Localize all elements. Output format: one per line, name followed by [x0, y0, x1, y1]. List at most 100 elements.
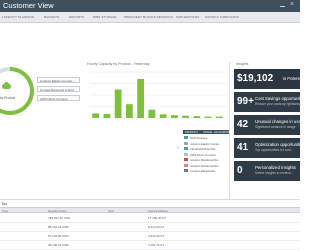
legend-label: Amazon Relational Da... [190, 163, 221, 168]
bar[interactable] [216, 116, 223, 118]
donut-legend-label: Unused Reserved In EC2... [40, 88, 77, 92]
legend-label: AWS Direct Connect [190, 152, 216, 157]
table-cell: 40,100.31 USD [48, 243, 69, 247]
title-bar: Customer View × [0, 0, 300, 12]
donut-chart [0, 67, 34, 115]
table-row[interactable]: 798,817.52 USD 17,780.30 KT [0, 214, 300, 223]
donut-legend-item[interactable]: Unused Reserved In EC2... [37, 86, 80, 92]
close-icon[interactable]: × [290, 1, 295, 8]
insight-label: Cost Savings opportunities [255, 96, 307, 101]
insight-card-optimization[interactable]: 41 Optimization opportunities Top opport… [234, 138, 305, 158]
legend-label: Amazon Elasticache [190, 169, 216, 173]
mini-legend-row[interactable]: Amazon Elasticache [183, 168, 229, 173]
nav-item-capacity-planning[interactable]: LAKEVITY PLANNING [2, 15, 34, 19]
insight-sublabel: Reduce your costs by rightsizing [255, 102, 301, 106]
mini-legend-row[interactable]: AWS Direct Connect [183, 152, 229, 157]
bar[interactable] [126, 104, 133, 118]
insights-title: Insights [236, 62, 249, 66]
table-cell: 8,214.63 KT [148, 225, 165, 229]
donut-legend-label: AWS Direct Connect [40, 97, 68, 101]
insight-label: Personalized Insights [255, 165, 296, 170]
table-header-cell[interactable]: Quantity Costs [48, 209, 66, 213]
legend-swatch [184, 152, 188, 156]
legend-label: Virtual Machines Dis... [190, 147, 218, 151]
insight-card-unusual-changes[interactable]: 42 Unusual changes in usage Significant … [234, 115, 306, 135]
table-cell: 57,120.80 USD [48, 234, 69, 238]
table-row[interactable]: 57,120.80 USD 4,912.20 KT [0, 232, 300, 241]
table-header: Type Quantity Costs Cost Current Lifetim… [0, 207, 300, 213]
mini-legend-row[interactable]: SAR Services [183, 135, 229, 140]
nav-item-reports[interactable]: REPORTS [69, 15, 84, 19]
window-title: Customer View [3, 1, 54, 10]
nav-bar: LAKEVITY PLANNING BUDGETS REPORTS RIBS S… [0, 12, 300, 23]
divider [0, 199, 300, 200]
insight-value: $19,102 [237, 73, 274, 84]
bar[interactable] [148, 109, 156, 118]
table-row[interactable]: 40,100.31 USD 4,110.72 KT [0, 241, 300, 250]
legend-swatch [184, 158, 188, 161]
table-row[interactable]: 88,134.19 USD 8,214.63 KT [0, 223, 300, 232]
insight-value: 41 [237, 142, 249, 153]
donut-legend-item[interactable]: Amazon Elastic Comput... [37, 77, 80, 83]
legend-label: SAR Services [190, 136, 208, 140]
bar[interactable] [92, 113, 99, 118]
table-header-cell[interactable]: Type [2, 209, 8, 213]
insight-sublabel: Top opportunities for cost... [255, 148, 294, 152]
mini-legend-header: PRODUCT USAGE ALLOCATION [183, 130, 231, 134]
bar[interactable] [159, 114, 167, 118]
legend-swatch [184, 169, 188, 172]
insight-sublabel: Define insights to receive... [255, 171, 294, 175]
mini-legend-row[interactable]: Amazon Relational Da... [183, 157, 229, 162]
nav-item-sub-services[interactable]: SUB SERVICES [176, 15, 199, 19]
chevron-left-icon[interactable]: ‹ [177, 145, 181, 151]
bar[interactable] [114, 89, 122, 118]
bar[interactable] [171, 115, 178, 118]
donut-center-label: by Product [0, 96, 16, 100]
insight-value: 42 [237, 119, 249, 130]
table-title: Tax [1, 201, 8, 206]
table-cell: 88,134.19 USD [48, 225, 69, 229]
insight-label: Optimization opportunities [255, 142, 305, 147]
insight-card-potential-savings[interactable]: $19,102 is Potential [234, 69, 304, 89]
bar[interactable] [137, 78, 144, 118]
mini-legend-row[interactable]: Amazon Relational Da... [183, 163, 229, 168]
nav-item-ribs-storage[interactable]: RIBS STORAGE [93, 15, 117, 19]
nav-item-savings-forecasts[interactable]: SAVINGS FORECASTS [205, 15, 239, 19]
table-cell: 4,912.20 KT [148, 234, 165, 238]
bar[interactable] [103, 113, 111, 118]
bar[interactable] [193, 116, 201, 118]
mini-header-allocation: ALLOCATION [214, 130, 231, 134]
legend-swatch [184, 136, 188, 139]
donut-legend-item[interactable]: AWS Direct Connect [37, 95, 80, 101]
legend-label: Amazon Relational Da... [190, 158, 221, 162]
bar-chart [90, 71, 227, 119]
table-header-cell[interactable]: Cost [108, 209, 114, 213]
minimize-icon[interactable] [280, 3, 285, 7]
donut-legend-label: Amazon Elastic Comput... [40, 79, 75, 83]
insight-card-cost-savings[interactable]: 99+ Cost Savings opportunities Reduce yo… [234, 92, 306, 112]
table-header-cell[interactable]: Current Lifetime [148, 209, 168, 213]
table-cell: 17,780.30 KT [148, 216, 167, 220]
bar[interactable] [204, 116, 212, 118]
insight-value: 99+ [237, 96, 254, 107]
table-cell: 4,110.72 KT [148, 243, 165, 247]
insight-card-personalized[interactable]: 0 Personalized Insights Define insights … [234, 161, 300, 181]
nav-item-budgets[interactable]: BUDGETS [44, 15, 59, 19]
insight-label: is Potential [283, 76, 305, 81]
legend-label: Amazon Elastic Compu... [190, 141, 222, 146]
cloud-icon [2, 82, 11, 89]
legend-swatch [184, 147, 188, 150]
bar-series [92, 78, 223, 118]
donut-hole [0, 71, 30, 111]
nav-item-prescient-blocks[interactable]: PRESCIENT BLOCKS SESSIONS [124, 15, 173, 19]
legend-swatch [184, 163, 188, 167]
mini-header-usage: USAGE [203, 130, 213, 134]
bar[interactable] [182, 115, 189, 118]
insight-value: 0 [237, 165, 243, 176]
mini-legend-row[interactable]: Virtual Machines Dis... [183, 146, 229, 151]
legend-swatch [184, 141, 188, 145]
insight-sublabel: Significant variance in usage [255, 125, 296, 129]
mini-header-product: PRODUCT [185, 130, 198, 134]
mini-legend-row[interactable]: Amazon Elastic Compu... [183, 141, 229, 146]
table-cell: 798,817.52 USD [48, 216, 71, 220]
